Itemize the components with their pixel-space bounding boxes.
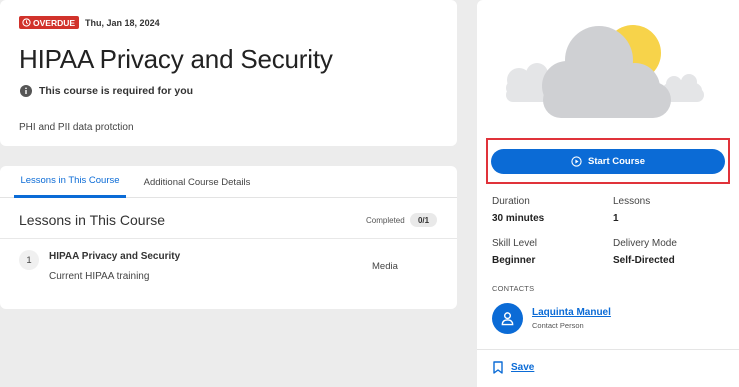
lesson-number: 1 [19, 250, 39, 270]
completed-count-badge: 0/1 [410, 213, 437, 227]
lessons-label: Lessons [613, 196, 651, 207]
play-circle-icon [571, 156, 582, 167]
overdue-row: OVERDUE Thu, Jan 18, 2024 [19, 16, 160, 29]
divider [477, 349, 739, 350]
due-date: Thu, Jan 18, 2024 [85, 17, 160, 28]
tab-bar: Lessons in This Course Additional Course… [0, 166, 457, 198]
overdue-label: OVERDUE [33, 17, 76, 28]
bookmark-icon [493, 361, 503, 374]
required-notice: This course is required for you [20, 85, 193, 97]
delivery-mode-label: Delivery Mode [613, 238, 677, 249]
course-side-panel: Start Course Duration 30 minutes Lessons… [477, 0, 739, 387]
save-button[interactable]: Save [493, 361, 534, 374]
tab-additional-details[interactable]: Additional Course Details [136, 166, 258, 198]
clock-alert-icon [22, 18, 31, 27]
contacts-heading: CONTACTS [492, 284, 535, 293]
lesson-row[interactable]: 1 HIPAA Privacy and Security Current HIP… [0, 238, 457, 309]
duration-label: Duration [492, 196, 530, 207]
save-label: Save [511, 362, 535, 373]
duration-value: 30 minutes [492, 213, 545, 224]
lessons-card: Lessons in This Course Additional Course… [0, 166, 457, 309]
contact-name-link[interactable]: Laquinta Manuel [532, 307, 611, 318]
delivery-mode-value: Self-Directed [613, 255, 675, 266]
person-icon [501, 312, 514, 326]
overdue-badge: OVERDUE [19, 16, 80, 29]
lessons-section-title: Lessons in This Course [19, 212, 166, 228]
skill-level-value: Beginner [492, 255, 536, 266]
avatar [492, 303, 523, 334]
completed-label: Completed [366, 216, 405, 225]
lesson-title[interactable]: HIPAA Privacy and Security [49, 251, 180, 262]
info-icon [20, 85, 32, 97]
lessons-value: 1 [613, 213, 619, 224]
start-course-button[interactable]: Start Course [491, 149, 725, 174]
start-course-label: Start Course [587, 156, 645, 167]
course-title: HIPAA Privacy and Security [19, 44, 333, 74]
skill-level-label: Skill Level [492, 238, 538, 249]
lesson-type: Media [372, 261, 398, 272]
required-text: This course is required for you [39, 85, 194, 97]
course-header-card: OVERDUE Thu, Jan 18, 2024 HIPAA Privacy … [0, 0, 457, 146]
course-description: PHI and PII data protction [19, 122, 134, 133]
cloud-sun-illustration [506, 25, 704, 118]
contact-role: Contact Person [532, 321, 584, 330]
lesson-subtitle: Current HIPAA training [49, 271, 150, 282]
tab-lessons[interactable]: Lessons in This Course [14, 166, 126, 198]
